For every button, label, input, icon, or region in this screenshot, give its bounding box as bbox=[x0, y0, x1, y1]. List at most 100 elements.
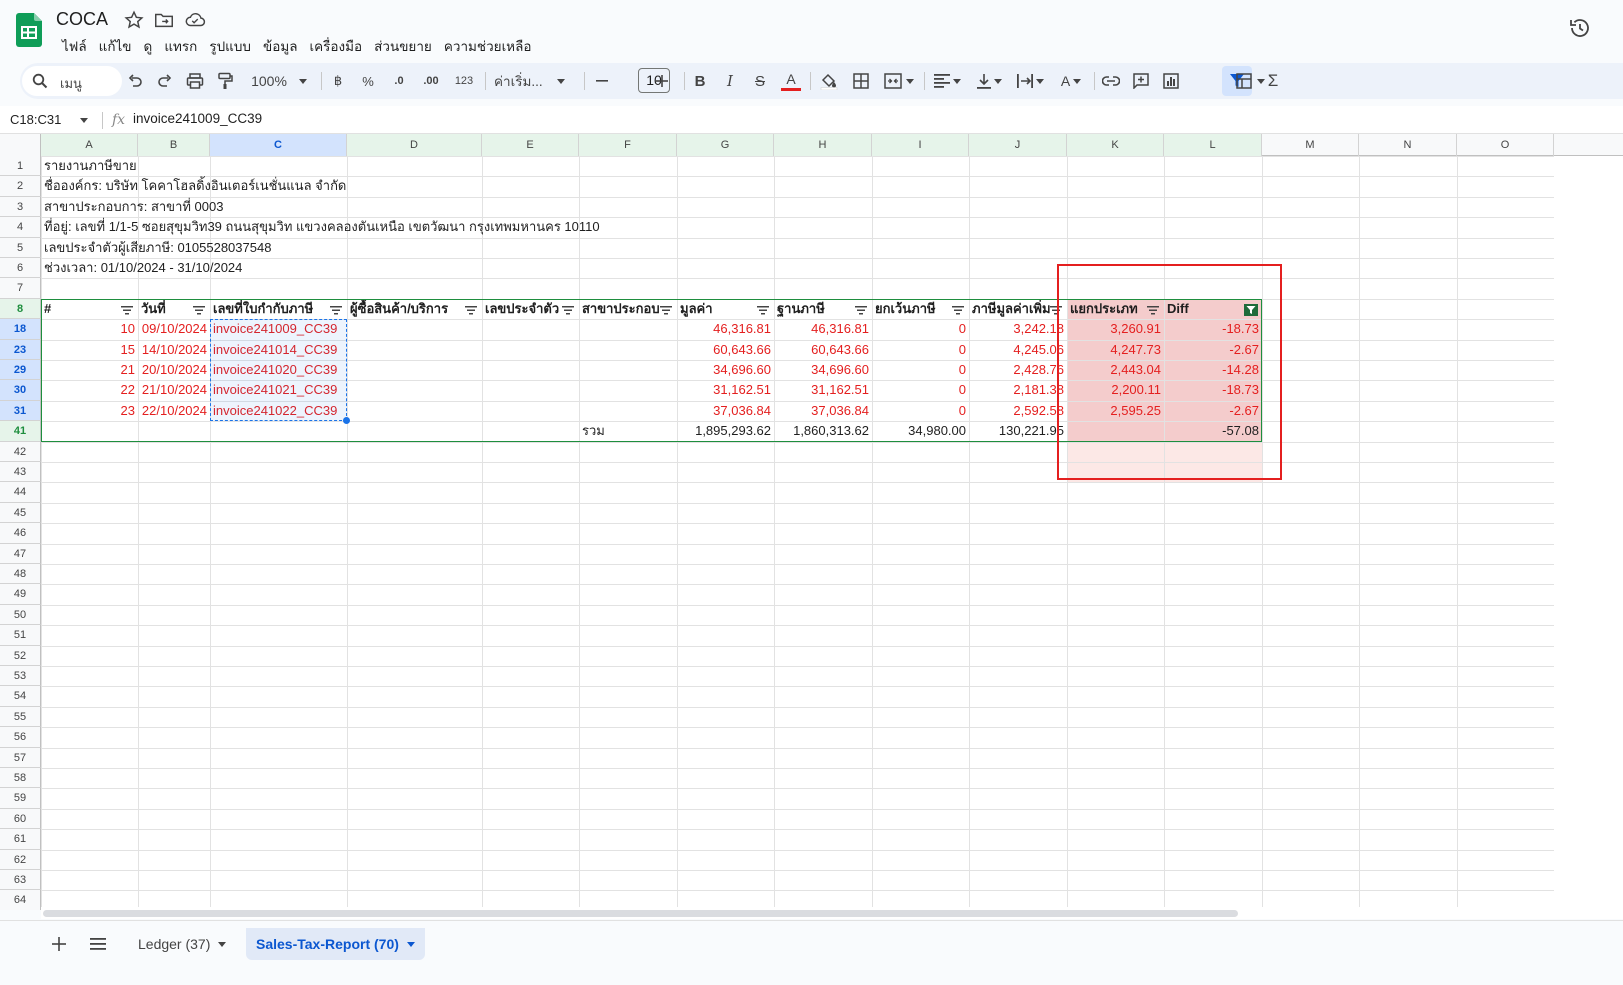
chevron-down-icon[interactable] bbox=[80, 118, 88, 123]
currency-format-button[interactable]: ฿ bbox=[327, 69, 349, 93]
row-header-6[interactable]: 6 bbox=[0, 258, 41, 279]
add-sheet-icon[interactable] bbox=[42, 928, 76, 960]
row-header-7[interactable]: 7 bbox=[0, 278, 41, 299]
row-header-53[interactable]: 53 bbox=[0, 666, 41, 687]
redo-icon[interactable] bbox=[153, 69, 177, 93]
report-line-1[interactable]: รายงานภาษีขาย bbox=[41, 156, 841, 176]
move-folder-icon[interactable] bbox=[153, 9, 175, 31]
insert-link-icon[interactable] bbox=[1099, 69, 1123, 93]
row-header-42[interactable]: 42 bbox=[0, 441, 41, 462]
row-header-5[interactable]: 5 bbox=[0, 237, 41, 258]
sheet-tab-ledger[interactable]: Ledger (37) bbox=[128, 928, 236, 960]
column-header-h[interactable]: H bbox=[774, 134, 872, 156]
menu-file[interactable]: ไฟล์ bbox=[56, 34, 93, 58]
strikethrough-icon[interactable]: S bbox=[749, 69, 771, 93]
formula-input[interactable]: invoice241009_CC39 bbox=[133, 111, 262, 126]
row-header-41[interactable]: 41 bbox=[0, 421, 41, 442]
row-header-56[interactable]: 56 bbox=[0, 727, 41, 748]
row-header-31[interactable]: 31 bbox=[0, 400, 41, 422]
row-header-58[interactable]: 58 bbox=[0, 768, 41, 789]
report-line-4[interactable]: ที่อยู่: เลขที่ 1/1-5 ซอยสุขุมวิท39 ถนนส… bbox=[41, 217, 841, 237]
row-header-52[interactable]: 52 bbox=[0, 645, 41, 666]
text-color-icon[interactable]: A bbox=[779, 69, 803, 93]
column-header-n[interactable]: N bbox=[1359, 134, 1457, 156]
more-formats-button[interactable]: 123 bbox=[450, 69, 478, 93]
menu-extensions[interactable]: ส่วนขยาย bbox=[368, 34, 438, 58]
menu-tools[interactable]: เครื่องมือ bbox=[304, 34, 369, 58]
row-header-8[interactable]: 8 bbox=[0, 298, 41, 320]
row-header-62[interactable]: 62 bbox=[0, 849, 41, 870]
italic-icon[interactable]: I bbox=[719, 69, 741, 93]
scrollbar-thumb[interactable] bbox=[43, 910, 1238, 917]
row-header-45[interactable]: 45 bbox=[0, 502, 41, 524]
column-header-b[interactable]: B bbox=[138, 134, 210, 156]
font-size-decrease-icon[interactable] bbox=[593, 69, 611, 93]
row-header-3[interactable]: 3 bbox=[0, 196, 41, 218]
report-line-3[interactable]: สาขาประกอบการ: สาขาที่ 0003 bbox=[41, 197, 841, 217]
column-header-c[interactable]: C bbox=[210, 134, 347, 156]
menu-edit[interactable]: แก้ไข bbox=[93, 34, 138, 58]
version-history-icon[interactable] bbox=[1568, 16, 1592, 40]
column-header-d[interactable]: D bbox=[347, 134, 482, 156]
row-header-2[interactable]: 2 bbox=[0, 176, 41, 197]
sheets-logo-icon[interactable] bbox=[16, 13, 42, 47]
row-header-57[interactable]: 57 bbox=[0, 747, 41, 768]
row-header-23[interactable]: 23 bbox=[0, 339, 41, 360]
row-header-47[interactable]: 47 bbox=[0, 543, 41, 564]
document-title[interactable]: COCA bbox=[56, 9, 108, 30]
row-header-51[interactable]: 51 bbox=[0, 625, 41, 646]
row-header-50[interactable]: 50 bbox=[0, 604, 41, 626]
percent-format-button[interactable]: % bbox=[357, 69, 379, 93]
sheet-tab-sales-tax-report[interactable]: Sales-Tax-Report (70) bbox=[246, 928, 425, 960]
print-icon[interactable] bbox=[183, 69, 207, 93]
row-header-54[interactable]: 54 bbox=[0, 686, 41, 707]
cloud-saved-icon[interactable] bbox=[184, 9, 206, 31]
column-header-f[interactable]: F bbox=[579, 134, 677, 156]
zoom-select[interactable]: 100% bbox=[248, 69, 310, 93]
vertical-align-icon[interactable] bbox=[972, 69, 1006, 93]
merge-cells-icon[interactable] bbox=[880, 69, 918, 93]
column-header-l[interactable]: L bbox=[1164, 134, 1262, 156]
column-header-o[interactable]: O bbox=[1457, 134, 1554, 156]
menu-view[interactable]: ดู bbox=[138, 34, 159, 58]
increase-decimal-button[interactable]: .00 bbox=[417, 69, 445, 93]
menu-insert[interactable]: แทรก bbox=[158, 34, 203, 58]
align-left-icon[interactable] bbox=[930, 69, 964, 93]
row-header-4[interactable]: 4 bbox=[0, 217, 41, 238]
borders-icon[interactable] bbox=[849, 69, 873, 93]
paint-format-icon[interactable] bbox=[213, 69, 237, 93]
spreadsheet-grid[interactable]: ABCDEFGHIJKLMNO 1 2 3 4 5 6 7 8 18 23 29 30 31 41 42 43… bbox=[0, 134, 1623, 910]
search-menus[interactable]: เมนู bbox=[22, 66, 122, 96]
row-header-30[interactable]: 30 bbox=[0, 380, 41, 401]
menu-help[interactable]: ความช่วยเหลือ bbox=[438, 34, 538, 58]
row-header-63[interactable]: 63 bbox=[0, 870, 41, 891]
column-header-m[interactable]: M bbox=[1262, 134, 1359, 156]
column-header-g[interactable]: G bbox=[677, 134, 774, 156]
insert-comment-icon[interactable] bbox=[1129, 69, 1153, 93]
decrease-decimal-button[interactable]: .0 bbox=[387, 69, 411, 93]
font-size-increase-icon[interactable] bbox=[652, 69, 672, 93]
row-header-29[interactable]: 29 bbox=[0, 360, 41, 381]
row-header-61[interactable]: 61 bbox=[0, 829, 41, 850]
menu-data[interactable]: ข้อมูล bbox=[257, 34, 304, 58]
report-line-5[interactable]: เลขประจำตัวผู้เสียภาษี: 0105528037548 bbox=[41, 238, 841, 258]
row-header-59[interactable]: 59 bbox=[0, 788, 41, 809]
all-sheets-icon[interactable] bbox=[80, 928, 116, 960]
column-header-j[interactable]: J bbox=[969, 134, 1067, 156]
column-header-e[interactable]: E bbox=[482, 134, 579, 156]
row-header-44[interactable]: 44 bbox=[0, 482, 41, 503]
row-header-18[interactable]: 18 bbox=[0, 319, 41, 340]
name-box[interactable]: C18:C31 bbox=[10, 112, 61, 127]
report-line-6[interactable]: ช่วงเวลา: 01/10/2024 - 31/10/2024 bbox=[41, 258, 841, 278]
functions-icon[interactable]: Σ bbox=[1261, 69, 1285, 93]
star-icon[interactable] bbox=[123, 9, 145, 31]
row-header-55[interactable]: 55 bbox=[0, 706, 41, 728]
row-header-1[interactable]: 1 bbox=[0, 156, 41, 177]
font-select[interactable]: ค่าเริ่ม... bbox=[494, 69, 576, 93]
undo-icon[interactable] bbox=[123, 69, 147, 93]
insert-chart-icon[interactable] bbox=[1159, 69, 1183, 93]
cell-selection[interactable] bbox=[210, 319, 347, 422]
menu-format[interactable]: รูปแบบ bbox=[203, 34, 257, 58]
row-header-48[interactable]: 48 bbox=[0, 564, 41, 585]
column-header-i[interactable]: I bbox=[872, 134, 969, 156]
